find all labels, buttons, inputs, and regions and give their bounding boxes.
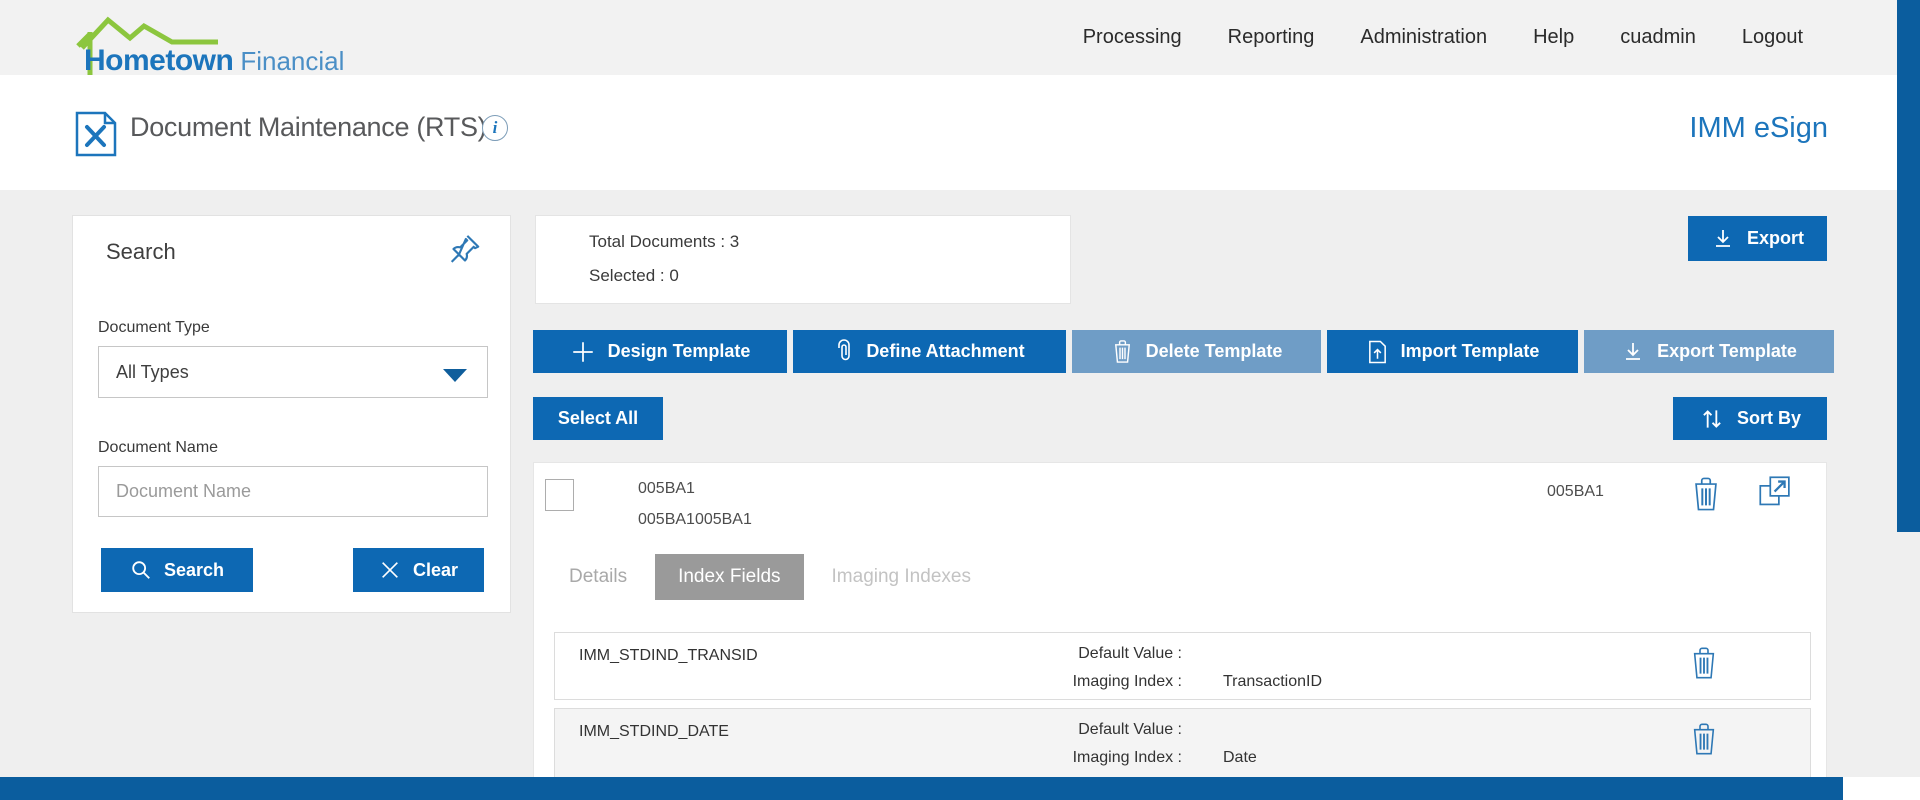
imaging-index-label: Imaging Index : xyxy=(1072,749,1182,766)
export-template-label: Export Template xyxy=(1657,341,1797,361)
imaging-index-label: Imaging Index : xyxy=(1072,673,1182,690)
top-bar: Hometown Financial Processing Reporting A… xyxy=(0,0,1920,77)
delete-index-field-button[interactable] xyxy=(1688,721,1720,760)
page-header: Document Maintenance (RTS) i IMM eSign xyxy=(0,75,1920,190)
tab-imaging-indexes[interactable]: Imaging Indexes xyxy=(817,554,986,600)
search-panel: Search Document Type All Types Document … xyxy=(72,215,511,613)
document-checkbox[interactable] xyxy=(545,479,574,511)
document-tabs: Details Index Fields Imaging Indexes xyxy=(554,554,986,600)
default-value-label: Default Value : xyxy=(1078,645,1182,662)
document-type-select[interactable]: All Types xyxy=(98,346,488,398)
document-type-value: All Types xyxy=(116,362,189,382)
total-documents: Total Documents : 3 xyxy=(589,232,739,252)
app-window: Hometown Financial Processing Reporting A… xyxy=(0,0,1920,800)
brand-name-bold: Hometown xyxy=(84,44,234,77)
import-document-icon xyxy=(1368,340,1386,363)
design-template-label: Design Template xyxy=(607,341,751,361)
import-template-label: Import Template xyxy=(1400,341,1540,361)
tab-index-fields[interactable]: Index Fields xyxy=(655,554,804,600)
nav-item-logout[interactable]: Logout xyxy=(1742,26,1803,49)
brand-name-light: Financial xyxy=(240,46,345,76)
select-all-label: Select All xyxy=(557,408,639,428)
magnifier-icon xyxy=(132,561,150,579)
paperclip-icon xyxy=(838,338,851,360)
documents-summary: Total Documents : 3 Selected : 0 xyxy=(535,215,1071,304)
open-in-new-icon xyxy=(1759,476,1790,506)
plus-icon xyxy=(572,341,593,362)
nav-item-user[interactable]: cuadmin xyxy=(1620,26,1696,49)
footer-corner xyxy=(1843,777,1920,800)
default-value-label: Default Value : xyxy=(1078,721,1182,738)
selected-count-label: Selected : xyxy=(589,266,670,285)
export-button-label: Export xyxy=(1746,228,1804,248)
search-button[interactable]: Search xyxy=(101,548,253,592)
imaging-index-value: TransactionID xyxy=(1223,673,1322,690)
import-template-button[interactable]: Import Template xyxy=(1327,330,1578,373)
delete-document-button[interactable] xyxy=(1689,475,1723,516)
total-documents-value: 3 xyxy=(729,232,740,251)
sort-by-button[interactable]: Sort By xyxy=(1673,397,1827,440)
main-content: Search Document Type All Types Document … xyxy=(0,190,1920,800)
trash-icon xyxy=(1114,340,1130,363)
download-icon xyxy=(1715,229,1730,247)
nav-item-reporting[interactable]: Reporting xyxy=(1228,26,1315,49)
trash-icon xyxy=(1693,647,1715,679)
chevron-down-icon xyxy=(443,369,467,382)
document-name: 005BA1 xyxy=(638,480,695,497)
document-code: 005BA1 xyxy=(1547,483,1604,500)
top-navigation: Processing Reporting Administration Help… xyxy=(1083,0,1803,75)
right-side-panel-strip[interactable] xyxy=(1897,0,1920,532)
brand-name: Hometown Financial xyxy=(84,44,344,78)
pushpin-icon[interactable] xyxy=(444,230,484,270)
export-button[interactable]: Export xyxy=(1688,216,1827,261)
search-button-label: Search xyxy=(163,559,225,580)
define-attachment-button[interactable]: Define Attachment xyxy=(793,330,1066,373)
document-subname: 005BA1005BA1 xyxy=(638,511,752,528)
index-field-name: IMM_STDIND_TRANSID xyxy=(579,647,758,664)
total-documents-label: Total Documents : xyxy=(589,232,730,251)
open-in-new-icon[interactable] xyxy=(1756,473,1796,516)
design-template-button[interactable]: Design Template xyxy=(533,330,787,373)
nav-item-processing[interactable]: Processing xyxy=(1083,26,1182,49)
document-tools-icon xyxy=(75,111,117,157)
info-icon[interactable]: i xyxy=(482,115,508,141)
nav-item-help[interactable]: Help xyxy=(1533,26,1574,49)
document-name-label: Document Name xyxy=(98,439,219,456)
page-title: Document Maintenance (RTS) xyxy=(130,112,487,142)
export-template-button[interactable]: Export Template xyxy=(1584,330,1834,373)
up-down-arrows-icon xyxy=(1703,409,1721,428)
sort-by-label: Sort By xyxy=(1736,408,1801,428)
index-field-row: IMM_STDIND_DATE Default Value : Imaging … xyxy=(554,708,1811,778)
document-type-label: Document Type xyxy=(98,319,210,336)
index-field-row: IMM_STDIND_TRANSID Default Value : Imagi… xyxy=(554,632,1811,700)
tab-details[interactable]: Details xyxy=(554,554,642,600)
trash-icon xyxy=(1695,477,1717,511)
product-name: IMM eSign xyxy=(1689,112,1828,144)
selected-count: Selected : 0 xyxy=(589,266,679,286)
footer-bar xyxy=(0,777,1843,800)
document-card: 005BA1 005BA1005BA1 005BA1 Details Index… xyxy=(533,462,1827,800)
clear-button-label: Clear xyxy=(412,559,459,580)
nav-item-administration[interactable]: Administration xyxy=(1360,26,1487,49)
selected-count-value: 0 xyxy=(669,266,679,285)
document-name-input[interactable] xyxy=(98,466,488,517)
delete-template-label: Delete Template xyxy=(1145,341,1283,361)
download-icon xyxy=(1626,342,1641,360)
brand-logo[interactable]: Hometown Financial xyxy=(68,4,398,77)
define-attachment-label: Define Attachment xyxy=(866,341,1025,361)
trash-icon xyxy=(1693,723,1715,755)
imaging-index-value: Date xyxy=(1223,749,1257,766)
index-field-name: IMM_STDIND_DATE xyxy=(579,723,729,740)
search-panel-title: Search xyxy=(106,239,176,264)
clear-button[interactable]: Clear xyxy=(353,548,484,592)
delete-index-field-button[interactable] xyxy=(1688,645,1720,684)
x-icon xyxy=(382,562,398,578)
template-toolbar: Design Template Define Attachment Delete… xyxy=(533,330,1834,373)
select-all-button[interactable]: Select All xyxy=(533,397,663,440)
delete-template-button[interactable]: Delete Template xyxy=(1072,330,1321,373)
